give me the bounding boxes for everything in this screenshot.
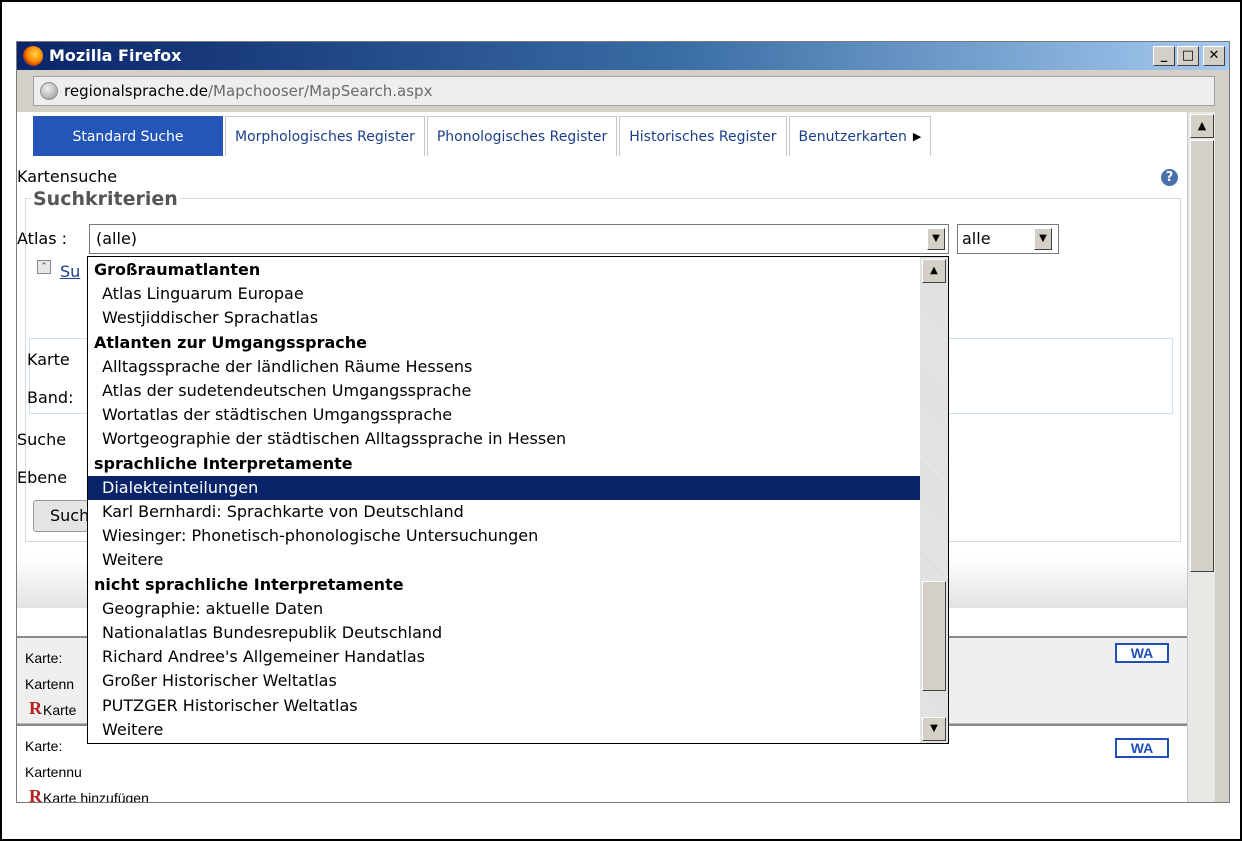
dropdown-option[interactable]: PUTZGER Historischer Weltatlas <box>88 694 920 718</box>
tab-phonologisches-register[interactable]: Phonologisches Register <box>426 116 618 156</box>
scroll-down-icon[interactable]: ▼ <box>922 717 946 741</box>
dropdown-option[interactable]: Geographie: aktuelle Daten <box>88 597 920 621</box>
search-tabs: Standard Suche Morphologisches Register … <box>33 116 933 156</box>
dropdown-group-header: Atlanten zur Umgangssprache <box>94 332 367 352</box>
result-karte-label: Karte: <box>25 738 63 754</box>
page-title: Kartensuche <box>17 167 118 186</box>
dropdown-option[interactable]: Westjiddischer Sprachatlas <box>88 306 920 330</box>
close-button[interactable]: ✕ <box>1203 46 1225 66</box>
tab-historisches-register[interactable]: Historisches Register <box>619 116 787 156</box>
karte-label: Karte <box>27 350 70 369</box>
dropdown-option[interactable]: Alltagssprache der ländlichen Räume Hess… <box>88 355 920 379</box>
suche-label: Suche <box>17 430 67 449</box>
wa-badge[interactable]: WA <box>1115 738 1169 758</box>
dropdown-option[interactable]: Atlas Linguarum Europae <box>88 282 920 306</box>
dropdown-option[interactable]: Großer Historischer Weltatlas <box>88 669 920 693</box>
tab-benutzerkarten[interactable]: Benutzerkarten ▶ <box>788 116 932 156</box>
scope-select[interactable]: alle ▼ <box>957 224 1059 254</box>
title-bar[interactable]: Mozilla Firefox _ □ ✕ <box>17 42 1229 70</box>
window-controls: _ □ ✕ <box>1153 46 1225 66</box>
maximize-button[interactable]: □ <box>1177 46 1199 66</box>
dropdown-option[interactable]: Wortgeographie der städtischen Alltagssp… <box>88 427 920 451</box>
dropdown-option[interactable]: Karl Bernhardi: Sprachkarte von Deutschl… <box>88 500 920 524</box>
result-karte-label: Karte: <box>25 650 63 666</box>
atlas-label: Atlas : <box>17 229 67 248</box>
dropdown-group-header: sprachliche Interpretamente <box>94 453 353 473</box>
dropdown-option[interactable]: Dialekteinteilungen <box>88 475 920 500</box>
dropdown-scroll-thumb[interactable] <box>922 581 946 691</box>
dropdown-option[interactable]: Nationalatlas Bundesrepublik Deutschland <box>88 621 920 645</box>
page-scrollbar[interactable]: ▲ <box>1187 112 1215 802</box>
tab-standard-suche[interactable]: Standard Suche <box>33 116 223 156</box>
dropdown-option[interactable]: Weitere <box>88 718 920 742</box>
scroll-up-icon[interactable]: ▲ <box>922 259 946 283</box>
atlas-dropdown-list[interactable]: Großraumatlanten Atlas Linguarum Europae W… <box>87 256 949 744</box>
scroll-thumb[interactable] <box>1190 140 1214 572</box>
add-map-link[interactable]: Karte hinzufügen <box>43 790 149 802</box>
dropdown-option[interactable]: Richard Andree's Allgemeiner Handatlas <box>88 645 920 669</box>
url-path: /Mapchooser/MapSearch.aspx <box>208 82 433 100</box>
window-title: Mozilla Firefox <box>49 46 182 65</box>
firefox-logo-icon <box>23 46 43 66</box>
dropdown-option[interactable]: Atlas der sudetendeutschen Umgangssprach… <box>88 379 920 403</box>
atlas-select-value: (alle) <box>96 229 138 248</box>
site-identity-icon[interactable] <box>40 82 58 100</box>
tab-morphologisches-register[interactable]: Morphologisches Register <box>225 116 425 156</box>
dropdown-scrollbar[interactable]: ▲ ▼ <box>920 257 948 743</box>
chevron-down-icon[interactable]: ▼ <box>1034 228 1052 250</box>
url-field[interactable]: regionalsprache.de/Mapchooser/MapSearch.… <box>33 76 1215 106</box>
url-host: regionalsprache.de <box>64 82 208 100</box>
result-kartennummer-label: Kartennu <box>25 764 82 780</box>
collapse-icon[interactable]: ⌃ <box>37 260 51 274</box>
atlas-select[interactable]: (alle) ▼ <box>89 224 949 254</box>
minimize-button[interactable]: _ <box>1153 46 1175 66</box>
window-edge <box>1215 112 1229 802</box>
band-label: Band: <box>27 388 74 407</box>
chevron-down-icon[interactable]: ▼ <box>927 228 945 250</box>
url-text: regionalsprache.de/Mapchooser/MapSearch.… <box>64 82 432 100</box>
wa-badge[interactable]: WA <box>1115 643 1169 663</box>
scroll-up-icon[interactable]: ▲ <box>1190 114 1214 138</box>
result-kartennummer-label: Kartenn <box>25 676 75 692</box>
ebene-label: Ebene <box>17 468 68 487</box>
dropdown-option[interactable]: Wiesinger: Phonetisch-phonologische Unte… <box>88 524 920 548</box>
scope-select-value: alle <box>962 229 991 248</box>
triangle-right-icon: ▶ <box>912 130 922 143</box>
dropdown-group-header: Großraumatlanten <box>94 260 261 279</box>
search-options-link[interactable]: Su <box>60 262 80 281</box>
help-icon[interactable]: ? <box>1161 169 1178 186</box>
dropdown-option[interactable]: Weitere <box>88 548 920 572</box>
add-map-link[interactable]: Karte <box>43 702 76 718</box>
tab-benutzerkarten-label: Benutzerkarten <box>798 128 907 145</box>
address-bar: regionalsprache.de/Mapchooser/MapSearch.… <box>17 70 1229 110</box>
search-criteria-legend: Suchkriterien <box>31 188 180 210</box>
dropdown-group-header: nicht sprachliche Interpretamente <box>94 574 404 594</box>
dropdown-option[interactable]: Wortatlas der städtischen Umgangssprache <box>88 403 920 427</box>
